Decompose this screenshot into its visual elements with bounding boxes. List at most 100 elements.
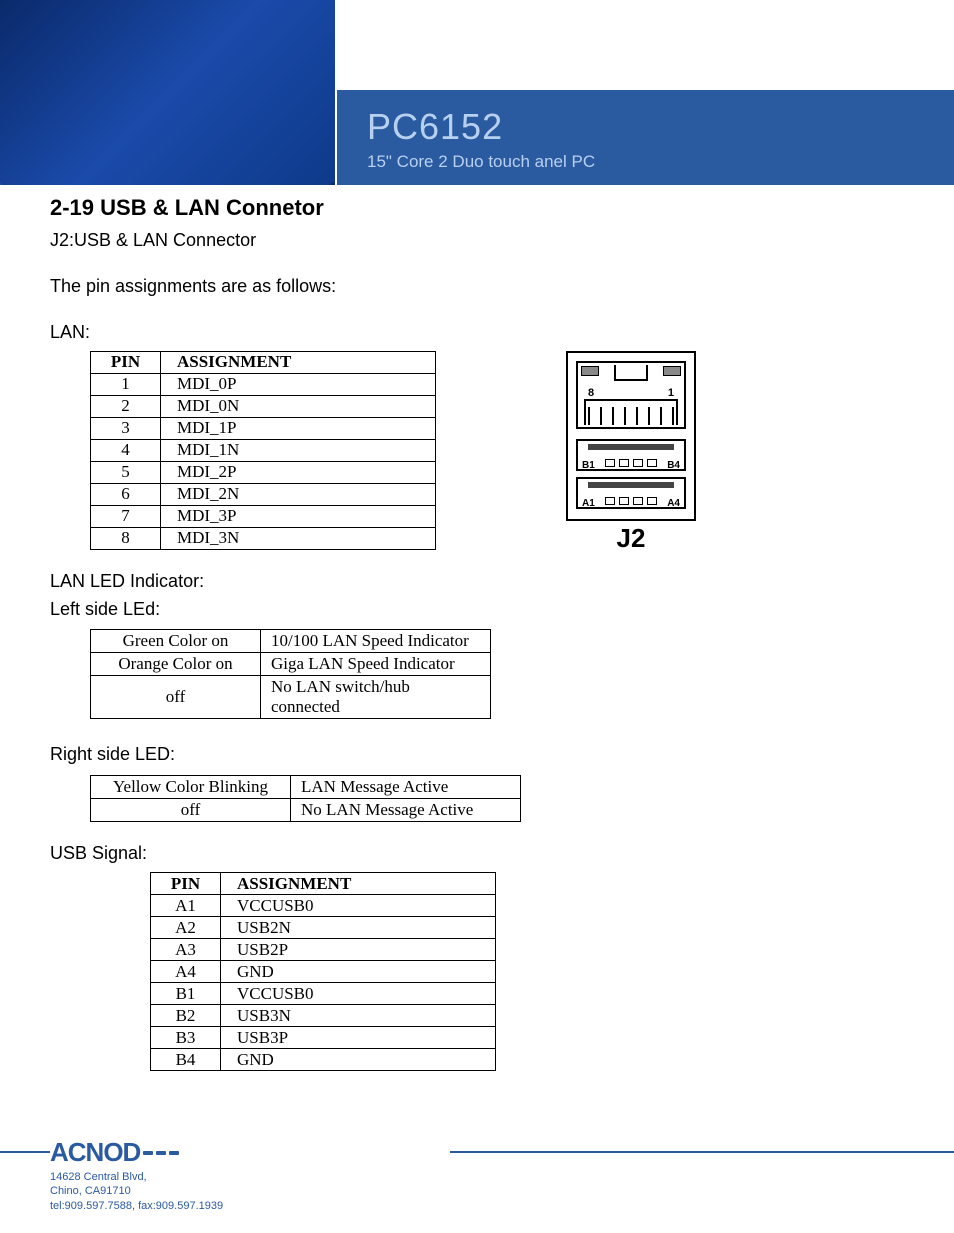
cell: MDI_1P	[161, 417, 436, 439]
table-row: A4GND	[151, 961, 496, 983]
table-row: B3USB3P	[151, 1027, 496, 1049]
lan-th-assign: ASSIGNMENT	[161, 351, 436, 373]
footer-address-2: Chino, CA91710	[50, 1184, 223, 1198]
table-row: 5MDI_2P	[91, 461, 436, 483]
rj45-jack-icon: 8 1	[576, 361, 686, 429]
page-header: PC6152 15" Core 2 Duo touch anel PC	[0, 0, 954, 185]
table-row: A3USB2P	[151, 939, 496, 961]
right-led-table: Yellow Color BlinkingLAN Message Active …	[90, 775, 521, 822]
rj45-pin-1-label: 1	[668, 387, 674, 399]
table-header-row: PIN ASSIGNMENT	[91, 351, 436, 373]
header-blue-band: PC6152 15" Core 2 Duo touch anel PC	[335, 90, 954, 185]
cell: MDI_0P	[161, 373, 436, 395]
cell: 3	[91, 417, 161, 439]
footer-contact: tel:909.597.7588, fax:909.597.1939	[50, 1199, 223, 1213]
cell: 7	[91, 505, 161, 527]
section-heading: 2-19 USB & LAN Connetor	[50, 195, 904, 221]
connector-subtitle: J2:USB & LAN Connector	[50, 227, 904, 255]
usb-a-row-icon: A1 A4	[576, 477, 686, 509]
table-header-row: PIN ASSIGNMENT	[151, 873, 496, 895]
table-row: Yellow Color BlinkingLAN Message Active	[91, 776, 521, 799]
cell: 4	[91, 439, 161, 461]
table-row: B1VCCUSB0	[151, 983, 496, 1005]
cell: MDI_3N	[161, 527, 436, 549]
cell: Green Color on	[91, 630, 261, 653]
cell: B1	[151, 983, 221, 1005]
footer: ACNOD 14628 Central Blvd, Chino, CA91710…	[50, 1136, 223, 1213]
product-title: PC6152	[367, 106, 954, 148]
right-led-label: Right side LED:	[50, 741, 904, 769]
usb-pin-table: PIN ASSIGNMENT A1VCCUSB0 A2USB2N A3USB2P…	[150, 872, 496, 1071]
cell: A3	[151, 939, 221, 961]
header-right: PC6152 15" Core 2 Duo touch anel PC	[335, 0, 954, 185]
table-row: offNo LAN switch/hub connected	[91, 676, 491, 719]
cell: VCCUSB0	[221, 983, 496, 1005]
lan-label: LAN:	[50, 319, 904, 347]
cell: USB3N	[221, 1005, 496, 1027]
cell: A1	[151, 895, 221, 917]
cell: USB3P	[221, 1027, 496, 1049]
cell: off	[91, 799, 291, 822]
j2-label: J2	[566, 523, 696, 554]
left-led-table: Green Color on10/100 LAN Speed Indicator…	[90, 629, 491, 719]
usb-th-pin: PIN	[151, 873, 221, 895]
lan-th-pin: PIN	[91, 351, 161, 373]
table-row: 7MDI_3P	[91, 505, 436, 527]
cell: 2	[91, 395, 161, 417]
cell: No LAN switch/hub connected	[261, 676, 491, 719]
footer-address-1: 14628 Central Blvd,	[50, 1170, 223, 1184]
cell: Yellow Color Blinking	[91, 776, 291, 799]
cell: A4	[151, 961, 221, 983]
cell: 10/100 LAN Speed Indicator	[261, 630, 491, 653]
cell: B4	[151, 1049, 221, 1071]
table-row: 4MDI_1N	[91, 439, 436, 461]
table-row: A1VCCUSB0	[151, 895, 496, 917]
table-row: 6MDI_2N	[91, 483, 436, 505]
cell: USB2N	[221, 917, 496, 939]
cell: B3	[151, 1027, 221, 1049]
left-led-label: Left side LEd:	[50, 596, 904, 624]
cell: VCCUSB0	[221, 895, 496, 917]
table-row: B4GND	[151, 1049, 496, 1071]
cell: USB2P	[221, 939, 496, 961]
cell: No LAN Message Active	[291, 799, 521, 822]
product-subtitle: 15" Core 2 Duo touch anel PC	[367, 152, 954, 172]
cell: 1	[91, 373, 161, 395]
table-row: 2MDI_0N	[91, 395, 436, 417]
cell: Giga LAN Speed Indicator	[261, 653, 491, 676]
b1-label: B1	[582, 460, 595, 471]
cell: MDI_3P	[161, 505, 436, 527]
intro-text: The pin assignments are as follows:	[50, 273, 904, 301]
content: 2-19 USB & LAN Connetor J2:USB & LAN Con…	[0, 185, 954, 1071]
cell: B2	[151, 1005, 221, 1027]
header-white-band	[335, 0, 954, 90]
cell: 5	[91, 461, 161, 483]
rj45-pin-8-label: 8	[588, 387, 594, 399]
table-row: A2USB2N	[151, 917, 496, 939]
brand-text: ACNOD	[50, 1136, 140, 1170]
header-circuit-image	[0, 0, 335, 185]
cell: GND	[221, 1049, 496, 1071]
logo-tail-icon	[143, 1151, 179, 1155]
cell: 8	[91, 527, 161, 549]
cell: A2	[151, 917, 221, 939]
b4-label: B4	[667, 460, 680, 471]
usb-signal-label: USB Signal:	[50, 840, 904, 868]
cell: LAN Message Active	[291, 776, 521, 799]
table-row: 1MDI_0P	[91, 373, 436, 395]
cell: MDI_2P	[161, 461, 436, 483]
table-row: B2USB3N	[151, 1005, 496, 1027]
cell: MDI_2N	[161, 483, 436, 505]
cell: MDI_1N	[161, 439, 436, 461]
a1-label: A1	[582, 498, 595, 509]
table-row: Green Color on10/100 LAN Speed Indicator	[91, 630, 491, 653]
usb-b-row-icon: B1 B4	[576, 439, 686, 471]
led-indicator-label: LAN LED Indicator:	[50, 568, 904, 596]
cell: MDI_0N	[161, 395, 436, 417]
table-row: offNo LAN Message Active	[91, 799, 521, 822]
cell: Orange Color on	[91, 653, 261, 676]
brand-logo: ACNOD	[50, 1136, 223, 1170]
table-row: 3MDI_1P	[91, 417, 436, 439]
a4-label: A4	[667, 498, 680, 509]
j2-connector-diagram: 8 1 B1 B4 A1 A4 J2	[566, 347, 696, 554]
